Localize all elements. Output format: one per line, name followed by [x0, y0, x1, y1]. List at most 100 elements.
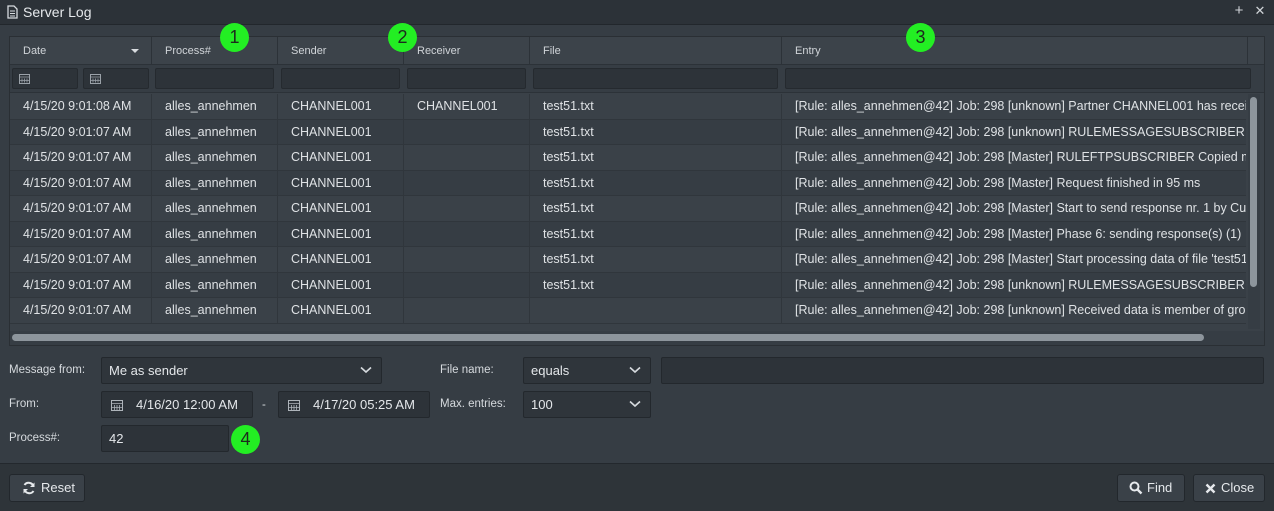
cell-file: test51.txt — [530, 94, 782, 120]
calendar-icon — [111, 400, 123, 411]
cell-process: alles_annehmen — [152, 170, 278, 196]
calendar-icon — [19, 74, 30, 84]
from-label: From: — [9, 398, 40, 410]
cell-date: 4/15/20 9:01:08 AM — [10, 94, 152, 120]
file-name-input[interactable] — [661, 357, 1264, 384]
cell-receiver — [404, 247, 530, 273]
table-row[interactable]: 4/15/20 9:01:07 AM alles_annehmen CHANNEL0… — [10, 145, 1246, 171]
cell-date: 4/15/20 9:01:07 AM — [10, 272, 152, 298]
find-button-label: Find — [1147, 480, 1173, 495]
message-from-select[interactable]: Me as sender — [101, 357, 382, 384]
cell-entry: [Rule: alles_annehmen@42] Job: 298 [unkn… — [782, 94, 1246, 120]
footer-bar: Reset Find Close — [0, 463, 1274, 511]
column-label-file: File — [543, 45, 561, 57]
cell-sender: CHANNEL001 — [278, 298, 404, 324]
horizontal-scrollbar[interactable] — [10, 331, 1264, 345]
grid-rows: 4/15/20 9:01:08 AM alles_annehmen CHANNEL0… — [10, 94, 1246, 329]
column-label-process: Process# — [165, 45, 211, 57]
column-label-sender: Sender — [291, 45, 327, 57]
max-entries-select[interactable]: 100 — [523, 391, 651, 418]
cell-date: 4/15/20 9:01:07 AM — [10, 170, 152, 196]
cell-sender: CHANNEL001 — [278, 170, 404, 196]
cell-receiver — [404, 119, 530, 145]
cell-date: 4/15/20 9:01:07 AM — [10, 298, 152, 324]
column-header-file[interactable]: File — [530, 37, 782, 65]
receiver-filter[interactable] — [407, 68, 526, 89]
cell-entry: [Rule: alles_annehmen@42] Job: 298 [Mast… — [782, 196, 1246, 222]
date-from-filter[interactable] — [12, 68, 78, 89]
column-header-sender[interactable]: Sender — [278, 37, 404, 65]
close-button[interactable]: Close — [1193, 474, 1265, 502]
chevron-down-icon — [360, 366, 372, 374]
table-row[interactable]: 4/15/20 9:01:07 AM alles_annehmen CHANNEL0… — [10, 170, 1246, 197]
cell-sender: CHANNEL001 — [278, 221, 404, 247]
document-icon — [7, 5, 18, 19]
search-icon — [1129, 481, 1143, 495]
date-range-separator: - — [262, 399, 266, 411]
cell-sender: CHANNEL001 — [278, 94, 404, 120]
vertical-scroll-thumb[interactable] — [1250, 97, 1257, 287]
file-name-operator-value: equals — [531, 363, 570, 378]
chevron-down-icon — [629, 366, 641, 374]
close-button-label: Close — [1221, 480, 1255, 495]
callout-3: 3 — [906, 23, 935, 52]
entry-filter[interactable] — [785, 68, 1251, 89]
file-name-label: File name: — [440, 364, 494, 376]
horizontal-scroll-thumb[interactable] — [12, 334, 1204, 341]
column-header-entry[interactable]: Entry — [782, 37, 1248, 65]
table-row[interactable]: 4/15/20 9:01:07 AM alles_annehmen CHANNEL0… — [10, 221, 1246, 247]
cell-process: alles_annehmen — [152, 145, 278, 171]
cell-date: 4/15/20 9:01:07 AM — [10, 145, 152, 171]
cell-sender: CHANNEL001 — [278, 272, 404, 298]
cell-receiver — [404, 145, 530, 171]
max-entries-label: Max. entries: — [440, 398, 506, 410]
cell-entry: [Rule: alles_annehmen@42] Job: 298 [Mast… — [782, 247, 1246, 273]
process-filter[interactable] — [155, 68, 274, 89]
reset-button[interactable]: Reset — [9, 474, 85, 502]
to-date-field[interactable]: 4/17/20 05:25 AM — [278, 391, 430, 418]
column-header-receiver[interactable]: Receiver — [404, 37, 530, 65]
log-grid: Date Process# Sender Receiver File Entry… — [9, 36, 1265, 346]
date-to-filter[interactable] — [83, 68, 149, 89]
cell-process: alles_annehmen — [152, 272, 278, 298]
cell-receiver — [404, 170, 530, 196]
calendar-icon — [90, 74, 101, 84]
find-button[interactable]: Find — [1117, 474, 1185, 502]
callout-1: 1 — [220, 23, 249, 52]
sender-filter[interactable] — [281, 68, 400, 89]
cell-file: test51.txt — [530, 221, 782, 247]
reset-button-label: Reset — [41, 480, 75, 495]
add-window-button[interactable]: + — [1231, 2, 1247, 20]
cell-date: 4/15/20 9:01:07 AM — [10, 247, 152, 273]
cell-date: 4/15/20 9:01:07 AM — [10, 119, 152, 145]
table-row[interactable]: 4/15/20 9:01:08 AM alles_annehmen CHANNEL0… — [10, 94, 1246, 120]
column-label-receiver: Receiver — [417, 45, 461, 57]
cell-sender: CHANNEL001 — [278, 247, 404, 273]
column-header-date[interactable]: Date — [10, 37, 152, 65]
file-filter[interactable] — [533, 68, 778, 89]
vertical-scrollbar[interactable] — [1248, 94, 1260, 329]
cell-entry: [Rule: alles_annehmen@42] Job: 298 [unkn… — [782, 120, 1246, 146]
table-row[interactable]: 4/15/20 9:01:07 AM alles_annehmen CHANNEL0… — [10, 196, 1246, 222]
process-input[interactable]: 42 — [101, 425, 229, 452]
cell-entry: [Rule: alles_annehmen@42] Job: 298 [Mast… — [782, 171, 1246, 197]
refresh-icon — [23, 481, 35, 495]
callout-2: 2 — [388, 23, 417, 52]
cell-receiver — [404, 272, 530, 298]
to-date-value: 4/17/20 05:25 AM — [313, 397, 415, 412]
file-name-operator-select[interactable]: equals — [523, 357, 651, 384]
max-entries-value: 100 — [531, 397, 553, 412]
title-bar: Server Log + ✕ — [0, 0, 1274, 25]
table-row[interactable]: 4/15/20 9:01:07 AM alles_annehmen CHANNEL0… — [10, 272, 1246, 299]
cell-sender: CHANNEL001 — [278, 119, 404, 145]
message-from-label: Message from: — [9, 364, 86, 376]
table-row[interactable]: 4/15/20 9:01:07 AM alles_annehmen CHANNEL0… — [10, 119, 1246, 146]
column-label-entry: Entry — [795, 45, 821, 57]
from-date-field[interactable]: 4/16/20 12:00 AM — [101, 391, 253, 418]
table-row[interactable]: 4/15/20 9:01:07 AM alles_annehmen CHANNEL0… — [10, 298, 1246, 324]
close-window-button[interactable]: ✕ — [1252, 2, 1268, 20]
window-title: Server Log — [23, 4, 92, 20]
cell-entry: [Rule: alles_annehmen@42] Job: 298 [unkn… — [782, 273, 1246, 299]
table-row[interactable]: 4/15/20 9:01:07 AM alles_annehmen CHANNEL0… — [10, 247, 1246, 273]
column-header-process[interactable]: Process# — [152, 37, 278, 65]
